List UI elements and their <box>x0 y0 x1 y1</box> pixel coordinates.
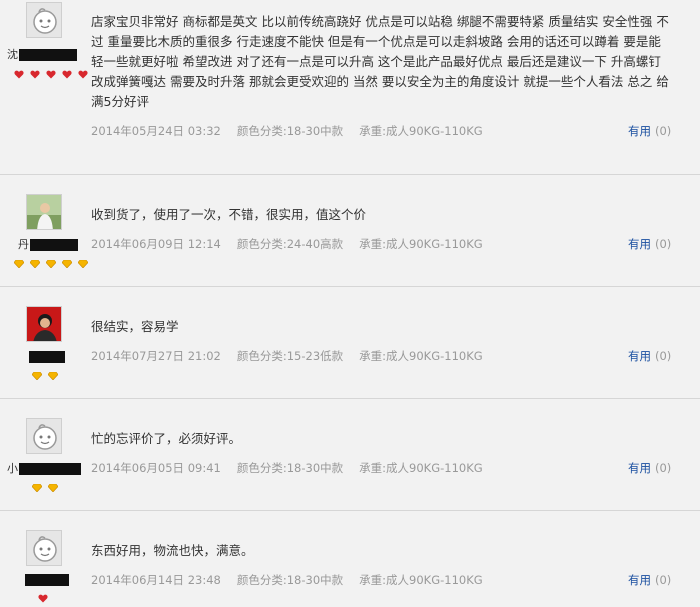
useful-label[interactable]: 有用 <box>628 461 651 475</box>
default-avatar-icon[interactable] <box>26 530 62 566</box>
useful-count: (0) <box>655 573 672 587</box>
user-photo-avatar[interactable] <box>26 194 62 230</box>
review-text: 东西好用，物流也快，满意。 <box>91 543 254 558</box>
color-variant: 颜色分类:24-40高款 <box>236 237 344 251</box>
yellow-diamond-icon <box>48 372 59 380</box>
review-meta: 2014年06月09日 12:14 颜色分类:24-40高款 承重:成人90KG-1… <box>91 236 499 252</box>
red-heart-icon <box>38 594 48 603</box>
useful-button[interactable]: 有用 (0) <box>628 123 671 139</box>
buyer-rank <box>14 64 89 79</box>
review-date: 2014年06月05日 09:41 <box>91 461 221 475</box>
weight-variant: 承重:成人90KG-110KG <box>359 124 483 138</box>
buyer-rank <box>32 477 59 492</box>
username[interactable]: 沈 <box>7 46 77 62</box>
red-heart-icon <box>78 70 88 79</box>
useful-count: (0) <box>655 461 672 475</box>
username[interactable]: 丹 <box>18 236 78 252</box>
review-date: 2014年06月14日 23:48 <box>91 573 221 587</box>
review-item: 小 忙的忘评价了，必须好评。 2014年06月05日 09:41 颜色分类:18-… <box>0 399 700 511</box>
red-user-photo-avatar[interactable] <box>26 306 62 342</box>
review-item: 很结实，容易学 2014年07月27日 21:02 颜色分类:15-23低款 承重:… <box>0 287 700 399</box>
useful-button[interactable]: 有用 (0) <box>628 236 671 252</box>
review-text: 店家宝贝非常好 商标都是英文 比以前传统高跷好 优点是可以站稳 绑腿不需要特紧 … <box>91 14 669 109</box>
useful-label[interactable]: 有用 <box>628 237 651 251</box>
color-variant: 颜色分类:15-23低款 <box>236 349 344 363</box>
review-meta: 2014年07月27日 21:02 颜色分类:15-23低款 承重:成人90KG-1… <box>91 348 499 364</box>
useful-count: (0) <box>655 237 672 251</box>
color-variant: 颜色分类:18-30中款 <box>236 124 344 138</box>
yellow-diamond-icon <box>46 260 57 268</box>
review-text: 忙的忘评价了，必须好评。 <box>91 431 242 446</box>
review-text: 收到货了，使用了一次，不错，很实用，值这个价 <box>91 207 367 222</box>
useful-button[interactable]: 有用 (0) <box>628 348 671 364</box>
review-item: 丹 收到货了，使用了一次，不错，很实用，值这个价 2014年06月09日 12:… <box>0 175 700 287</box>
yellow-diamond-icon <box>32 484 42 492</box>
useful-label[interactable]: 有用 <box>628 124 651 138</box>
buyer-rank <box>32 365 59 380</box>
review-date: 2014年07月27日 21:02 <box>91 349 221 363</box>
yellow-diamond-icon <box>62 260 73 268</box>
red-heart-icon <box>30 70 40 79</box>
weight-variant: 承重:成人90KG-110KG <box>359 461 483 475</box>
username[interactable] <box>28 350 65 363</box>
review-meta: 2014年06月05日 09:41 颜色分类:18-30中款 承重:成人90KG-1… <box>91 460 499 476</box>
review-meta: 2014年06月14日 23:48 颜色分类:18-30中款 承重:成人90KG-1… <box>91 572 499 588</box>
yellow-diamond-icon <box>30 260 41 268</box>
color-variant: 颜色分类:18-30中款 <box>236 461 344 475</box>
red-heart-icon <box>14 70 24 79</box>
review-list: 沈 店家宝贝非常好 商标都是英文 比以前传统高跷好 优点是可以站稳 绑腿不需要特… <box>0 0 700 603</box>
weight-variant: 承重:成人90KG-110KG <box>359 573 483 587</box>
buyer-rank <box>38 588 49 603</box>
username[interactable] <box>24 573 69 586</box>
review-date: 2014年05月24日 03:32 <box>91 124 221 138</box>
default-avatar-icon[interactable] <box>26 2 62 38</box>
useful-label[interactable]: 有用 <box>628 573 651 587</box>
default-avatar-icon[interactable] <box>26 418 62 454</box>
buyer-rank <box>14 253 89 268</box>
color-variant: 颜色分类:18-30中款 <box>236 573 344 587</box>
useful-button[interactable]: 有用 (0) <box>628 572 671 588</box>
review-item: 东西好用，物流也快，满意。 2014年06月14日 23:48 颜色分类:18-3… <box>0 511 700 603</box>
review-meta: 2014年05月24日 03:32 颜色分类:18-30中款 承重:成人90KG-1… <box>91 123 499 139</box>
yellow-diamond-icon <box>14 260 24 268</box>
useful-label[interactable]: 有用 <box>628 349 651 363</box>
username[interactable]: 小 <box>7 460 81 476</box>
red-heart-icon <box>62 70 72 79</box>
review-date: 2014年06月09日 12:14 <box>91 237 221 251</box>
review-item: 沈 店家宝贝非常好 商标都是英文 比以前传统高跷好 优点是可以站稳 绑腿不需要特… <box>0 0 700 175</box>
yellow-diamond-icon <box>78 260 89 268</box>
useful-count: (0) <box>655 124 672 138</box>
useful-count: (0) <box>655 349 672 363</box>
useful-button[interactable]: 有用 (0) <box>628 460 671 476</box>
red-heart-icon <box>46 70 56 79</box>
yellow-diamond-icon <box>32 372 42 380</box>
yellow-diamond-icon <box>48 484 59 492</box>
review-text: 很结实，容易学 <box>91 319 179 334</box>
weight-variant: 承重:成人90KG-110KG <box>359 237 483 251</box>
weight-variant: 承重:成人90KG-110KG <box>359 349 483 363</box>
